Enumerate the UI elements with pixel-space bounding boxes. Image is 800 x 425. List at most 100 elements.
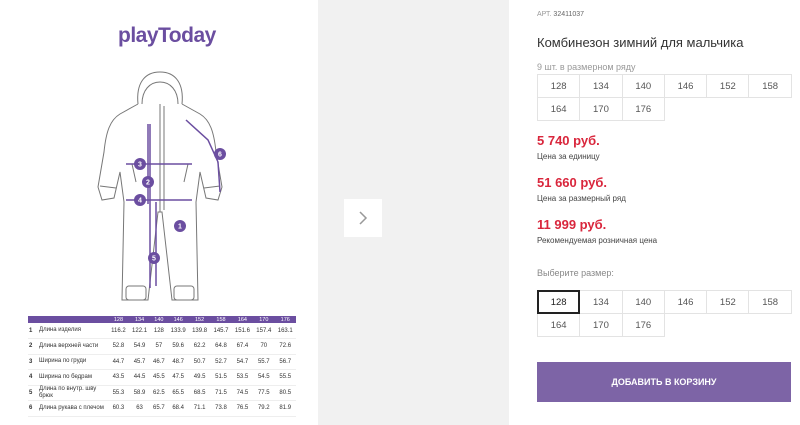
row-label: Длина по внутр. шву брюк: [39, 385, 97, 399]
row-value: 128: [153, 327, 164, 334]
pack-size-cell: 176: [621, 97, 665, 121]
gallery-next-button[interactable]: [344, 199, 382, 237]
row-value: 68.5: [193, 389, 206, 396]
size-header-cell: 152: [195, 316, 205, 323]
size-option-140[interactable]: 140: [621, 290, 665, 314]
article-value: 32411037: [553, 11, 585, 18]
chart-marker-label: 6: [218, 152, 222, 159]
pack-size-cell: 170: [579, 97, 623, 121]
unit-price-label: Цена за единицу: [537, 152, 600, 161]
row-value: 51.5: [215, 374, 227, 381]
size-option-170[interactable]: 170: [579, 313, 623, 337]
row-value: 44.5: [133, 374, 146, 381]
row-number: 2: [29, 343, 33, 350]
row-value: 55.7: [257, 358, 270, 365]
size-table-row: 1 Длина изделия 116.2 122.1 128 133.9 139.8 145…: [28, 323, 296, 339]
row-value: 133.9: [170, 327, 186, 334]
size-header-cell: 164: [237, 316, 247, 323]
size-measurement-table: 128 134 140 146 152 158 164 170 176 1 Дли…: [28, 316, 296, 417]
row-value: 73.8: [215, 405, 227, 412]
row-value: 53.5: [236, 374, 249, 381]
row-value: 44.7: [112, 358, 125, 365]
row-value: 45.5: [153, 374, 165, 381]
size-header-cell: 176: [280, 316, 290, 323]
row-value: 145.7: [213, 327, 229, 334]
row-value: 54.7: [236, 358, 249, 365]
row-value: 52.7: [215, 358, 227, 365]
row-label: Длина изделия: [39, 327, 81, 333]
size-selector: 128 134 140 146 152 158 164 170 176: [537, 290, 792, 337]
size-chart-image: playToday 1 2 3 4 5 6 128 134 140 146 15…: [0, 0, 318, 425]
pack-price-label: Цена за размерный ряд: [537, 194, 626, 203]
size-option-134[interactable]: 134: [579, 290, 623, 314]
brand-logo: playToday: [118, 24, 216, 47]
chart-marker-label: 5: [152, 256, 156, 263]
row-number: 5: [29, 389, 33, 396]
row-value: 62.2: [193, 343, 206, 350]
size-option-158[interactable]: 158: [748, 290, 792, 314]
row-value: 43.5: [112, 374, 125, 381]
row-value: 49.5: [193, 374, 206, 381]
row-value: 62.5: [153, 389, 165, 396]
size-table-header: 128 134 140 146 152 158 164 170 176: [28, 316, 296, 323]
row-number: 6: [29, 405, 33, 412]
retail-price: 11 999 руб.: [537, 217, 607, 232]
row-value: 72.6: [279, 343, 292, 350]
chart-marker-label: 3: [138, 162, 142, 169]
row-value: 139.8: [192, 327, 208, 334]
row-value: 59.6: [172, 343, 185, 350]
row-value: 54.9: [133, 343, 146, 350]
row-number: 3: [29, 358, 33, 365]
size-option-164[interactable]: 164: [537, 313, 581, 337]
row-label: Длина верхней части: [39, 342, 99, 349]
article-label: АРТ.: [537, 11, 552, 18]
row-value: 47.5: [172, 374, 185, 381]
pack-size-cell: 146: [663, 74, 708, 98]
add-to-cart-button[interactable]: ДОБАВИТЬ В КОРЗИНУ: [537, 362, 791, 402]
unit-price: 5 740 руб.: [537, 133, 600, 148]
row-value: 81.9: [279, 405, 292, 412]
row-value: 77.5: [257, 389, 270, 396]
row-number: 1: [29, 327, 33, 334]
row-value: 67.4: [236, 343, 249, 350]
image-gallery: [318, 0, 509, 425]
size-option-128[interactable]: 128: [537, 290, 581, 314]
product-info: АРТ. 32411037 Комбинезон зимний для маль…: [537, 0, 800, 425]
size-header-cell: 134: [134, 316, 145, 323]
article-number: АРТ. 32411037: [537, 11, 584, 18]
pack-size-list: 128 134 140 146 152 158 164 170 176: [537, 74, 792, 121]
row-value: 64.8: [215, 343, 227, 350]
row-value: 76.5: [236, 405, 249, 412]
pack-size-cell: 128: [537, 74, 581, 98]
pack-size-cell: 140: [621, 74, 665, 98]
size-header-cell: 140: [154, 316, 164, 323]
row-value: 48.7: [172, 358, 185, 365]
pack-size-cell: 164: [537, 97, 581, 121]
garment-sketch: 1 2 3 4 5 6: [97, 71, 226, 301]
row-value: 60.3: [112, 405, 125, 412]
row-value: 55.5: [279, 374, 292, 381]
chart-marker-label: 1: [178, 224, 182, 231]
row-label: Ширина по груди: [39, 358, 87, 365]
size-header-cell: 146: [173, 316, 183, 323]
size-header-cell: 128: [113, 316, 124, 323]
size-table-row: 6 Длина рукава с плечом 60.3 63 65.7 68.4 71.1…: [28, 401, 296, 416]
row-value: 163.1: [277, 327, 293, 334]
size-option-152[interactable]: 152: [706, 290, 750, 314]
row-value: 74.5: [236, 389, 249, 396]
row-value: 151.6: [234, 327, 250, 334]
row-value: 79.2: [257, 405, 270, 412]
pack-price: 51 660 руб.: [537, 175, 608, 190]
row-value: 80.5: [279, 389, 292, 396]
row-value: 70: [260, 343, 268, 350]
size-option-146[interactable]: 146: [663, 290, 708, 314]
chevron-right-icon: [359, 211, 368, 225]
size-option-176[interactable]: 176: [621, 313, 665, 337]
size-table-row: 3 Ширина по груди 44.7 45.7 46.7 48.7 50.7 52.7…: [28, 354, 296, 370]
row-value: 71.1: [193, 405, 206, 412]
pack-size-cell: 134: [579, 74, 623, 98]
row-value: 52.8: [112, 343, 125, 350]
size-header-cell: 170: [259, 316, 269, 323]
row-value: 122.1: [132, 327, 148, 334]
pack-size-cell: 152: [706, 74, 750, 98]
